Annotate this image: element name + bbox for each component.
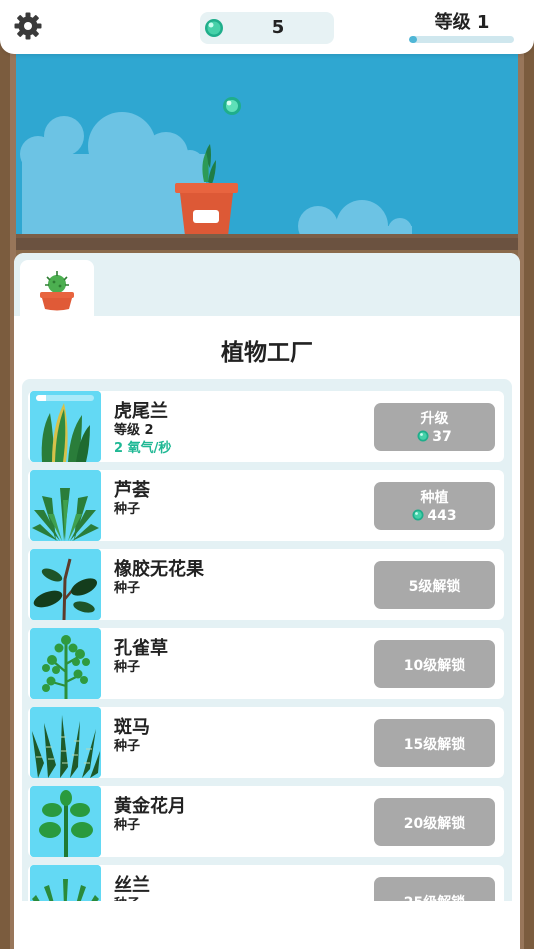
- plant-row-rubber-fig: 橡胶无花果 种子 5级解锁: [28, 549, 504, 620]
- oxygen-bubble-icon: [205, 19, 223, 37]
- plant-row-snake-plant: 虎尾兰 等级 2 2 氧气/秒 升级 37: [28, 391, 504, 462]
- plant-row-peacock: 孔雀草 种子 10级解锁: [28, 628, 504, 699]
- plant-row-jade: 黄金花月 种子 20级解锁: [28, 786, 504, 857]
- wood-frame-right: [518, 0, 534, 949]
- plant-cost: 443: [427, 508, 457, 524]
- wooden-shelf: [16, 234, 518, 250]
- level-progress-bar: [409, 36, 514, 43]
- unlock-requirement: 20级解锁: [403, 816, 466, 832]
- oxygen-bubble-icon: [417, 430, 429, 442]
- upgrade-button[interactable]: 升级 37: [374, 403, 495, 451]
- plant-growth-bar: [36, 395, 94, 401]
- plant-list: 虎尾兰 等级 2 2 氧气/秒 升级 37 芦荟 种子 种植 443 橡胶无花果…: [22, 379, 512, 901]
- peacock-fern-icon: [30, 628, 101, 699]
- locked-button[interactable]: 15级解锁: [374, 719, 495, 767]
- cactus-pot-icon: [40, 271, 74, 311]
- gear-icon[interactable]: [13, 11, 43, 41]
- level-progress-fill: [409, 36, 418, 43]
- aloe-icon: [30, 470, 101, 541]
- plant-level: 等级 2: [114, 423, 154, 438]
- tab-strip: [14, 253, 520, 318]
- rubber-fig-icon: [30, 549, 101, 620]
- yucca-icon: [30, 865, 101, 901]
- unlock-requirement: 5级解锁: [408, 579, 461, 595]
- locked-button[interactable]: 5级解锁: [374, 561, 495, 609]
- oxygen-counter: 5: [200, 12, 334, 44]
- panel-title: 植物工厂: [221, 340, 313, 366]
- upgrade-button-label: 升级: [420, 411, 449, 427]
- zebra-plant-icon: [30, 707, 101, 778]
- plant-row-zebra: 斑马 种子 15级解锁: [28, 707, 504, 778]
- locked-button[interactable]: 25级解锁: [374, 877, 495, 901]
- plant-row-yucca: 丝兰 种子 25级解锁: [28, 865, 504, 901]
- unlock-requirement: 10级解锁: [403, 658, 466, 674]
- plant-factory-panel: 植物工厂 虎尾兰 等级 2 2 氧气/秒 升级 37 芦荟 种子 种植 443 …: [14, 253, 520, 949]
- oxygen-bubble-icon: [412, 509, 424, 521]
- plant-button-label: 种植: [420, 490, 449, 506]
- plant-level: 种子: [114, 660, 141, 675]
- unlock-requirement: 15级解锁: [403, 737, 466, 753]
- oxygen-count: 5: [271, 17, 285, 38]
- locked-button[interactable]: 20级解锁: [374, 798, 495, 846]
- upgrade-cost: 37: [432, 429, 452, 445]
- plant-level: 种子: [114, 818, 141, 833]
- unlock-requirement: 25级解锁: [374, 892, 495, 901]
- plant-button[interactable]: 种植 443: [374, 482, 495, 530]
- plant-level: 种子: [114, 502, 141, 517]
- plant-oxygen-rate: 2 氧气/秒: [114, 441, 172, 456]
- snake-plant-icon: [30, 391, 101, 462]
- top-bar: 5 等级 1: [0, 0, 534, 54]
- plant-row-aloe: 芦荟 种子 种植 443: [28, 470, 504, 541]
- locked-button[interactable]: 10级解锁: [374, 640, 495, 688]
- tab-cactus[interactable]: [20, 260, 94, 318]
- jade-plant-icon: [30, 786, 101, 857]
- level-label: 等级 1: [434, 12, 490, 33]
- plant-level: 种子: [114, 581, 141, 596]
- plant-level: 种子: [114, 739, 141, 754]
- plant-level: 种子: [114, 893, 140, 901]
- greenhouse-scene: [16, 54, 518, 236]
